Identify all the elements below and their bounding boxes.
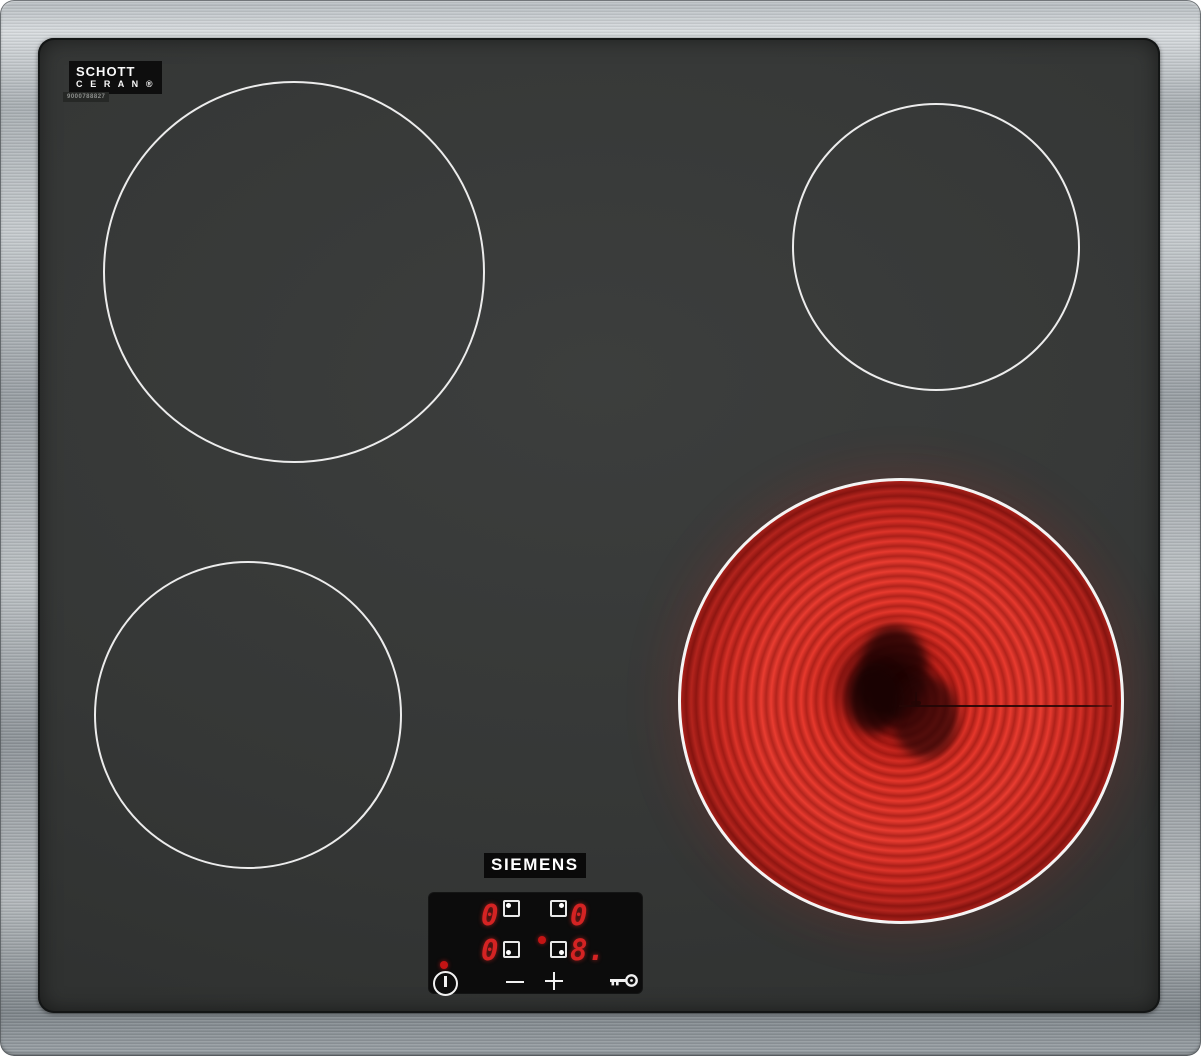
part-number-label: 9000788827 (63, 92, 109, 102)
position-dot (559, 903, 564, 908)
ceramic-glass-surface: SCHOTT C E R A N ® 9000788827 SIEMENS 0 (38, 38, 1160, 1013)
child-lock-button[interactable] (609, 972, 639, 990)
burner-front-left (94, 561, 402, 869)
burner-position-icon-front-left (503, 941, 520, 958)
position-dot (506, 903, 511, 908)
position-dot (559, 950, 564, 955)
burner-position-icon-front-right (550, 941, 567, 958)
burner-position-icon-rear-left (503, 900, 520, 917)
power-icon (444, 976, 447, 987)
brand-logo: SIEMENS (484, 853, 586, 878)
burner-temperature-sensor (899, 705, 1112, 707)
touch-control-panel: 0 0 0 8. (429, 893, 642, 993)
decrease-heat-button[interactable]: − (499, 972, 531, 992)
plus-icon (545, 972, 563, 990)
key-icon (609, 972, 639, 990)
power-button[interactable] (433, 971, 458, 996)
burner-core-swirl (892, 675, 958, 759)
burner-rear-right (792, 103, 1080, 391)
cooktop: SCHOTT C E R A N ® 9000788827 SIEMENS 0 (0, 0, 1201, 1056)
burner-core-swirl (848, 666, 901, 732)
minus-icon (506, 981, 524, 984)
burner-rear-left (103, 81, 485, 463)
position-dot (506, 950, 511, 955)
burner-position-icon-rear-right (550, 900, 567, 917)
display-rear-left: 0 (481, 901, 498, 930)
schott-label-line2: C E R A N ® (76, 80, 155, 89)
schott-ceran-label: SCHOTT C E R A N ® (69, 61, 162, 94)
display-front-right: 8. (570, 936, 605, 965)
increase-heat-button[interactable]: + (539, 966, 569, 996)
burner-front-right-active (678, 478, 1124, 924)
power-indicator-dot (440, 961, 448, 969)
display-front-left: 0 (481, 936, 498, 965)
schott-label-line1: SCHOTT (76, 65, 155, 79)
active-burner-indicator-dot (538, 936, 546, 944)
display-rear-right: 0 (570, 901, 587, 930)
